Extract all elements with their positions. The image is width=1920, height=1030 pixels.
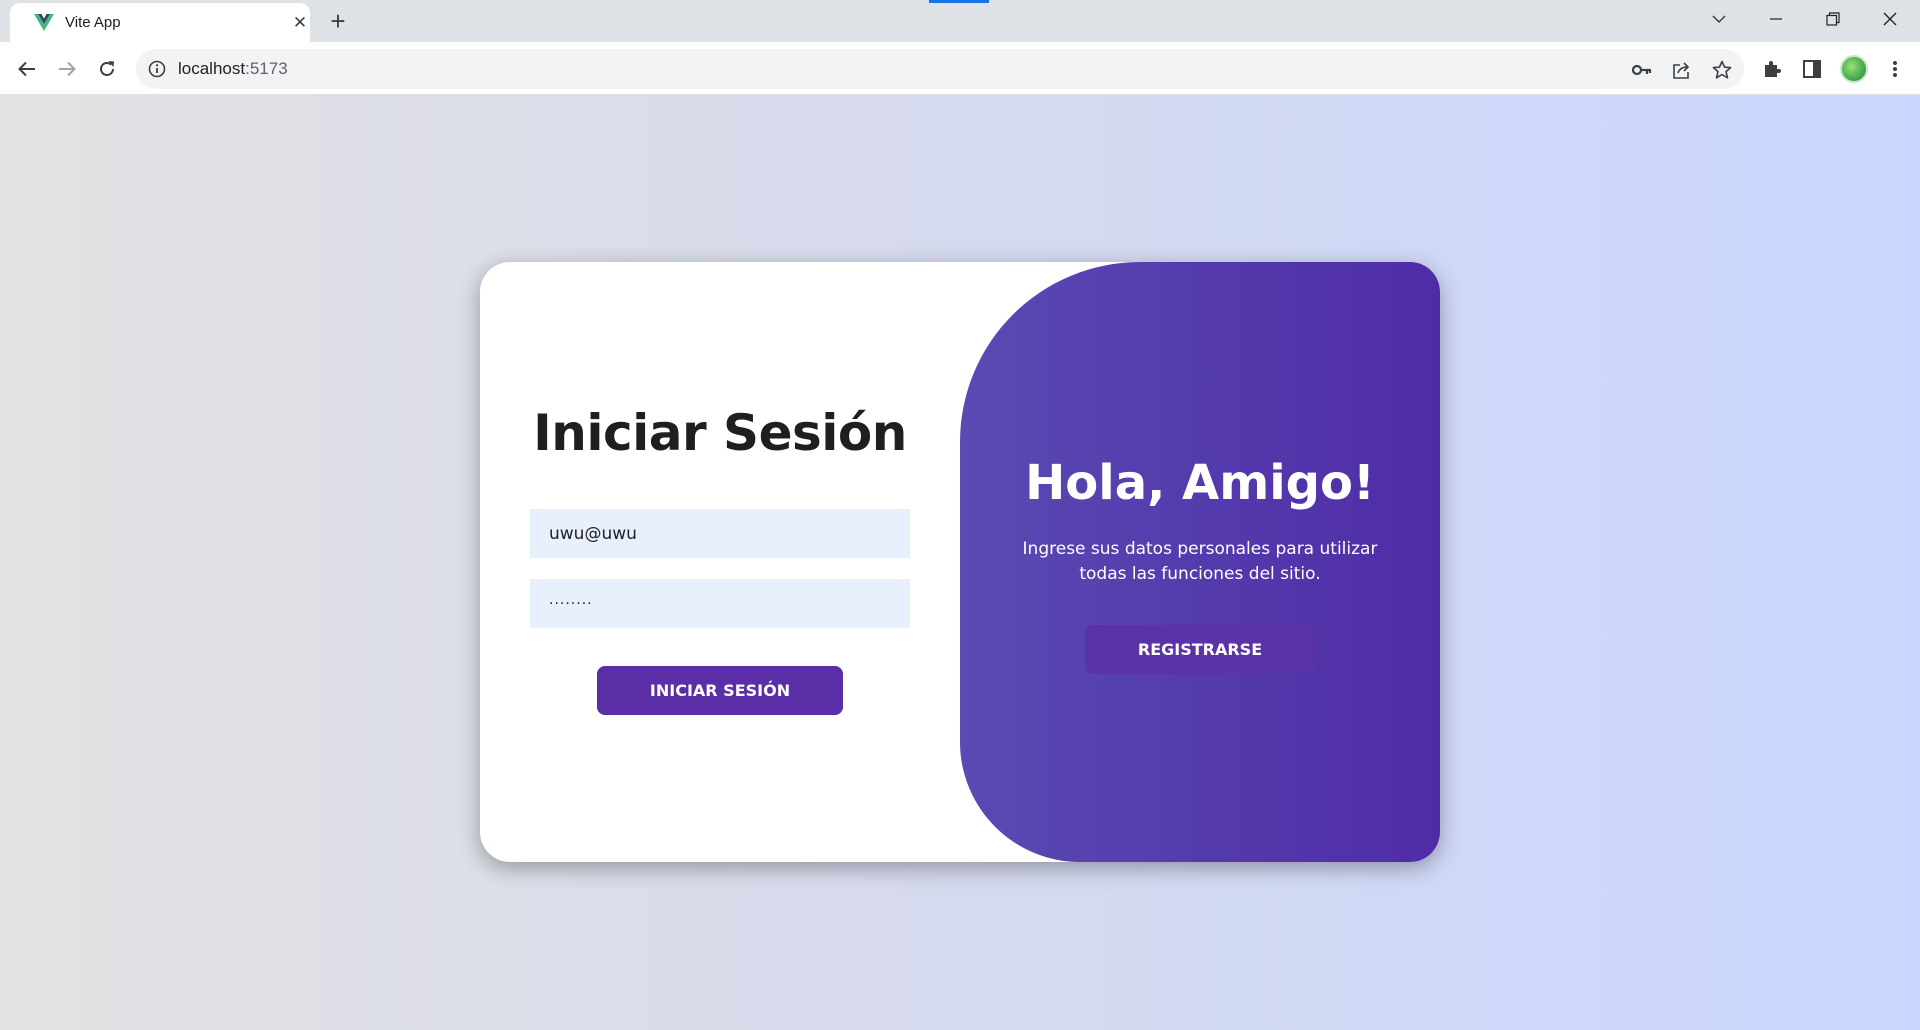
tab-strip: Vite App ✕ + [0, 0, 1920, 42]
register-button[interactable]: REGISTRARSE [1085, 625, 1315, 674]
forward-arrow-icon[interactable] [50, 52, 84, 86]
welcome-title: Hola, Amigo! [1025, 455, 1375, 511]
email-input[interactable] [530, 509, 910, 558]
tab-close-button[interactable]: ✕ [288, 11, 312, 35]
browser-toolbar: localhost:5173 [0, 42, 1920, 95]
back-arrow-icon[interactable] [10, 52, 44, 86]
tab-indicator [929, 0, 989, 3]
page-viewport: Iniciar Sesión INICIAR SESIÓN Hola, Amig… [0, 95, 1920, 1030]
welcome-panel: Hola, Amigo! Ingrese sus datos personale… [960, 262, 1440, 862]
welcome-text: Ingrese sus datos personales para utiliz… [1022, 539, 1378, 584]
restore-icon[interactable] [1805, 0, 1861, 38]
auth-card: Iniciar Sesión INICIAR SESIÓN Hola, Amig… [480, 262, 1440, 862]
side-panel-icon[interactable] [1799, 56, 1825, 82]
url-text: localhost:5173 [178, 59, 288, 79]
extensions-icon[interactable] [1759, 56, 1785, 82]
share-icon[interactable] [1670, 58, 1694, 82]
password-input[interactable] [530, 579, 910, 628]
sign-in-title: Iniciar Sesión [533, 404, 907, 462]
new-tab-button[interactable]: + [324, 8, 352, 36]
sign-in-form: Iniciar Sesión INICIAR SESIÓN [480, 262, 960, 862]
tab-title: Vite App [65, 14, 121, 31]
star-icon[interactable] [1710, 58, 1734, 82]
vue-favicon-icon [34, 14, 54, 31]
more-menu-icon[interactable] [1882, 56, 1908, 82]
minimize-icon[interactable] [1748, 0, 1804, 38]
key-icon[interactable] [1630, 58, 1654, 82]
sign-in-button[interactable]: INICIAR SESIÓN [597, 666, 843, 715]
reload-icon[interactable] [90, 52, 124, 86]
site-info-icon[interactable] [148, 60, 166, 78]
address-bar[interactable]: localhost:5173 [136, 49, 1744, 89]
profile-avatar[interactable] [1840, 55, 1868, 83]
tab-search-icon[interactable] [1691, 0, 1747, 38]
url-port: :5173 [245, 59, 288, 78]
url-host: localhost [178, 59, 246, 78]
close-window-icon[interactable] [1862, 0, 1918, 38]
browser-tab[interactable]: Vite App ✕ [10, 3, 310, 42]
